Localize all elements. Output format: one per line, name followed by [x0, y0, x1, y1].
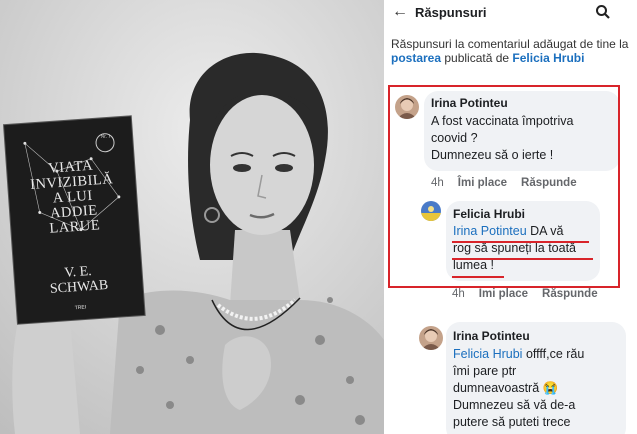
page-title: Răspunsuri	[415, 5, 487, 20]
post-link[interactable]: postarea	[391, 51, 441, 65]
avatar[interactable]	[419, 326, 443, 350]
photo: Nr. 1 VIATA INVIZIBILĂ A LUI ADDIE LARUE…	[0, 0, 384, 434]
comment-author[interactable]: Irina Potinteu	[453, 329, 530, 343]
comment-line: Dumnezeu să vă de-a	[453, 398, 576, 412]
reply-button[interactable]: Răspunde	[542, 288, 598, 300]
comment-actions: 4h Îmi place Răspunde	[452, 288, 612, 300]
book-author: V. E. SCHWAB	[14, 260, 144, 299]
book-badge: Nr. 1	[100, 134, 111, 141]
top-bar: ← Răspunsuri	[384, 0, 637, 26]
book-publisher: TREI	[74, 304, 87, 312]
comment-line: îmi pare ptr	[453, 364, 517, 378]
replies-context: Răspunsuri la comentariul adăugat de tin…	[391, 37, 631, 65]
context-text-middle: publicată de	[441, 51, 513, 65]
post-author-link[interactable]: Felicia Hrubi	[512, 51, 584, 65]
highlight-underline	[452, 241, 589, 243]
comment-line: putere să puteti trece	[453, 415, 571, 429]
comment-text: Felicia Hrubi offff,ce rău îmi pare ptr …	[453, 346, 623, 431]
mention-link[interactable]: Felicia Hrubi	[453, 347, 522, 361]
like-button[interactable]: Îmi place	[479, 288, 528, 300]
context-text: Răspunsuri la comentariul adăugat de tin…	[391, 37, 629, 51]
back-arrow-icon[interactable]: ←	[392, 3, 408, 21]
book-cover-text: Nr. 1 VIATA INVIZIBILĂ A LUI ADDIE LARUE…	[4, 116, 146, 324]
comment-line-rest: offff,ce rău	[522, 347, 585, 361]
highlight-underline	[452, 258, 593, 260]
search-icon[interactable]	[595, 4, 611, 25]
comment-time: 4h	[452, 288, 465, 300]
comment-line: dumneavoastră 😭	[453, 381, 559, 395]
comment-line: Felicia Hrubi offff,ce rău	[453, 346, 623, 363]
highlight-underline	[452, 276, 504, 278]
